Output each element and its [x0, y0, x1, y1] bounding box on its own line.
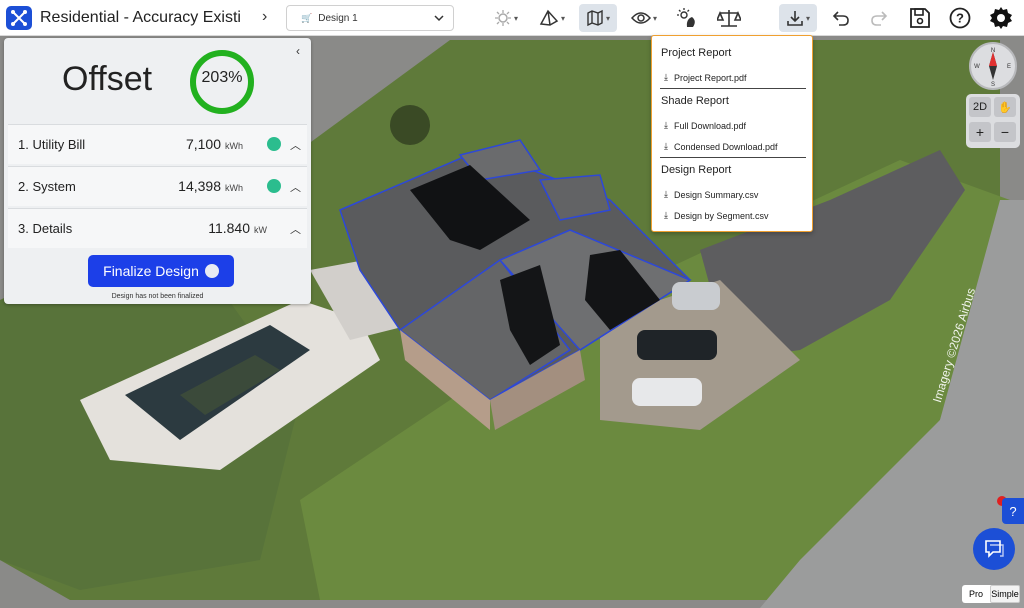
chevron-down-icon [434, 15, 444, 22]
mode-toggle[interactable]: Pro Simple [962, 585, 1020, 603]
row-value: 11.840 kW [208, 220, 267, 236]
balance-button[interactable] [714, 4, 744, 32]
chevron-up-icon[interactable]: ︿ [290, 221, 301, 237]
compass-control[interactable]: N E S W [969, 42, 1017, 90]
caret-icon: ▾ [513, 13, 518, 23]
zoom-out-button[interactable]: − [994, 122, 1016, 142]
redo-icon [871, 11, 888, 26]
shade-icon [677, 8, 695, 27]
undo-icon [832, 11, 849, 26]
visibility-button[interactable]: ▾ [626, 4, 662, 32]
map-layer-button[interactable]: ▾ [579, 4, 617, 32]
eye-icon [630, 12, 651, 24]
compass-n: N [991, 48, 995, 54]
zoom-in-button[interactable]: + [969, 122, 991, 142]
panel-row-utility-bill[interactable]: 1. Utility Bill 7,100 kWh ︿ [8, 124, 307, 164]
caret-icon: ▾ [605, 13, 610, 23]
finalize-label: Finalize Design [103, 263, 199, 279]
offset-header: Offset 203% ‹ [4, 38, 311, 122]
panel-row-system[interactable]: 2. System 14,398 kWh ︿ [8, 166, 307, 206]
compass-icon: N E S W [974, 48, 1011, 88]
compass-e: E [1007, 64, 1011, 70]
collapse-panel-icon[interactable]: ‹ [296, 44, 300, 58]
download-icon: ⤓ [664, 120, 668, 130]
check-circle-icon [267, 137, 281, 151]
scale-icon [717, 10, 741, 27]
svg-text:?: ? [956, 11, 964, 26]
project-title[interactable]: Residential - Accuracy Existi [40, 9, 255, 27]
redo-button[interactable] [866, 4, 892, 32]
help-icon: ? [949, 7, 971, 29]
design-summary-panel: Offset 203% ‹ 1. Utility Bill 7,100 kWh ︿… [4, 38, 311, 304]
help-button[interactable]: ? [946, 4, 974, 32]
settings-button[interactable] [986, 4, 1016, 32]
design-select[interactable]: 🛒 Design 1 [286, 5, 454, 31]
roof-icon [539, 9, 559, 26]
view-2d-button[interactable]: 2D [969, 97, 991, 117]
row-value: 7,100 kWh [185, 136, 243, 152]
chat-icon [985, 540, 1004, 558]
menu-item-project-report-pdf[interactable]: ⤓ Project Report.pdf [664, 72, 747, 83]
design-select-label: Design 1 [318, 12, 358, 24]
section-project-report: Project Report [661, 47, 732, 59]
view-controls: 2D ✋ + − [966, 94, 1020, 148]
chevron-up-icon[interactable]: ︿ [290, 179, 301, 195]
download-icon [787, 11, 803, 26]
row-value: 14,398 kWh [178, 178, 243, 194]
menu-item-condensed-download-pdf[interactable]: ⤓ Condensed Download.pdf [664, 141, 778, 152]
finalize-note: Design has not been finalized [111, 293, 204, 300]
cart-icon: 🛒 [301, 12, 313, 23]
download-icon: ⤓ [664, 189, 668, 199]
section-design-report: Design Report [661, 164, 732, 176]
download-icon: ⤓ [664, 141, 668, 151]
chevron-right-icon[interactable]: › [262, 8, 267, 26]
download-icon: ⤓ [664, 210, 668, 220]
undo-button[interactable] [828, 4, 854, 32]
row-label: 3. Details [18, 221, 73, 236]
finalize-design-button[interactable]: Finalize Design [88, 255, 234, 287]
check-circle-icon [267, 179, 281, 193]
app-logo-icon[interactable] [6, 6, 32, 30]
caret-icon: ▾ [805, 13, 810, 23]
row-label: 2. System [18, 179, 76, 194]
menu-item-full-download-pdf[interactable]: ⤓ Full Download.pdf [664, 120, 746, 131]
section-shade-report: Shade Report [661, 95, 729, 107]
check-circle-icon [204, 264, 219, 278]
menu-item-design-summary-csv[interactable]: ⤓ Design Summary.csv [664, 189, 758, 200]
mode-simple[interactable]: Simple [990, 585, 1020, 603]
caret-icon: ▾ [652, 13, 657, 23]
top-bar: Residential - Accuracy Existi › 🛒 Design… [0, 0, 1024, 36]
compass-w: W [974, 64, 980, 70]
divider [660, 157, 806, 158]
help-tab-button[interactable]: ? [1002, 498, 1024, 524]
mode-pro[interactable]: Pro [962, 585, 990, 603]
panel-row-details[interactable]: 3. Details 11.840 kW ︿ [8, 208, 307, 248]
settings-icon [990, 7, 1012, 29]
map-icon [587, 9, 603, 27]
download-button[interactable]: ▾ [779, 4, 817, 32]
shade-button[interactable] [672, 4, 702, 32]
compass-s: S [991, 82, 995, 88]
sun-button[interactable]: ▾ [488, 4, 524, 32]
chat-button[interactable] [973, 528, 1015, 570]
row-label: 1. Utility Bill [18, 137, 86, 152]
offset-label: Offset [62, 60, 153, 98]
download-menu: Project Report ⤓ Project Report.pdf Shade… [651, 35, 813, 232]
download-icon: ⤓ [664, 72, 668, 82]
divider [660, 88, 806, 89]
save-icon [910, 8, 930, 28]
menu-item-design-by-segment-csv[interactable]: ⤓ Design by Segment.csv [664, 210, 769, 221]
chevron-up-icon[interactable]: ︿ [290, 137, 301, 153]
save-button[interactable] [906, 4, 934, 32]
offset-percent: 203% [201, 69, 243, 86]
sun-icon [494, 10, 511, 26]
caret-icon: ▾ [560, 13, 565, 23]
roof-tool-button[interactable]: ▾ [534, 4, 570, 32]
pan-hand-icon[interactable]: ✋ [994, 97, 1016, 117]
